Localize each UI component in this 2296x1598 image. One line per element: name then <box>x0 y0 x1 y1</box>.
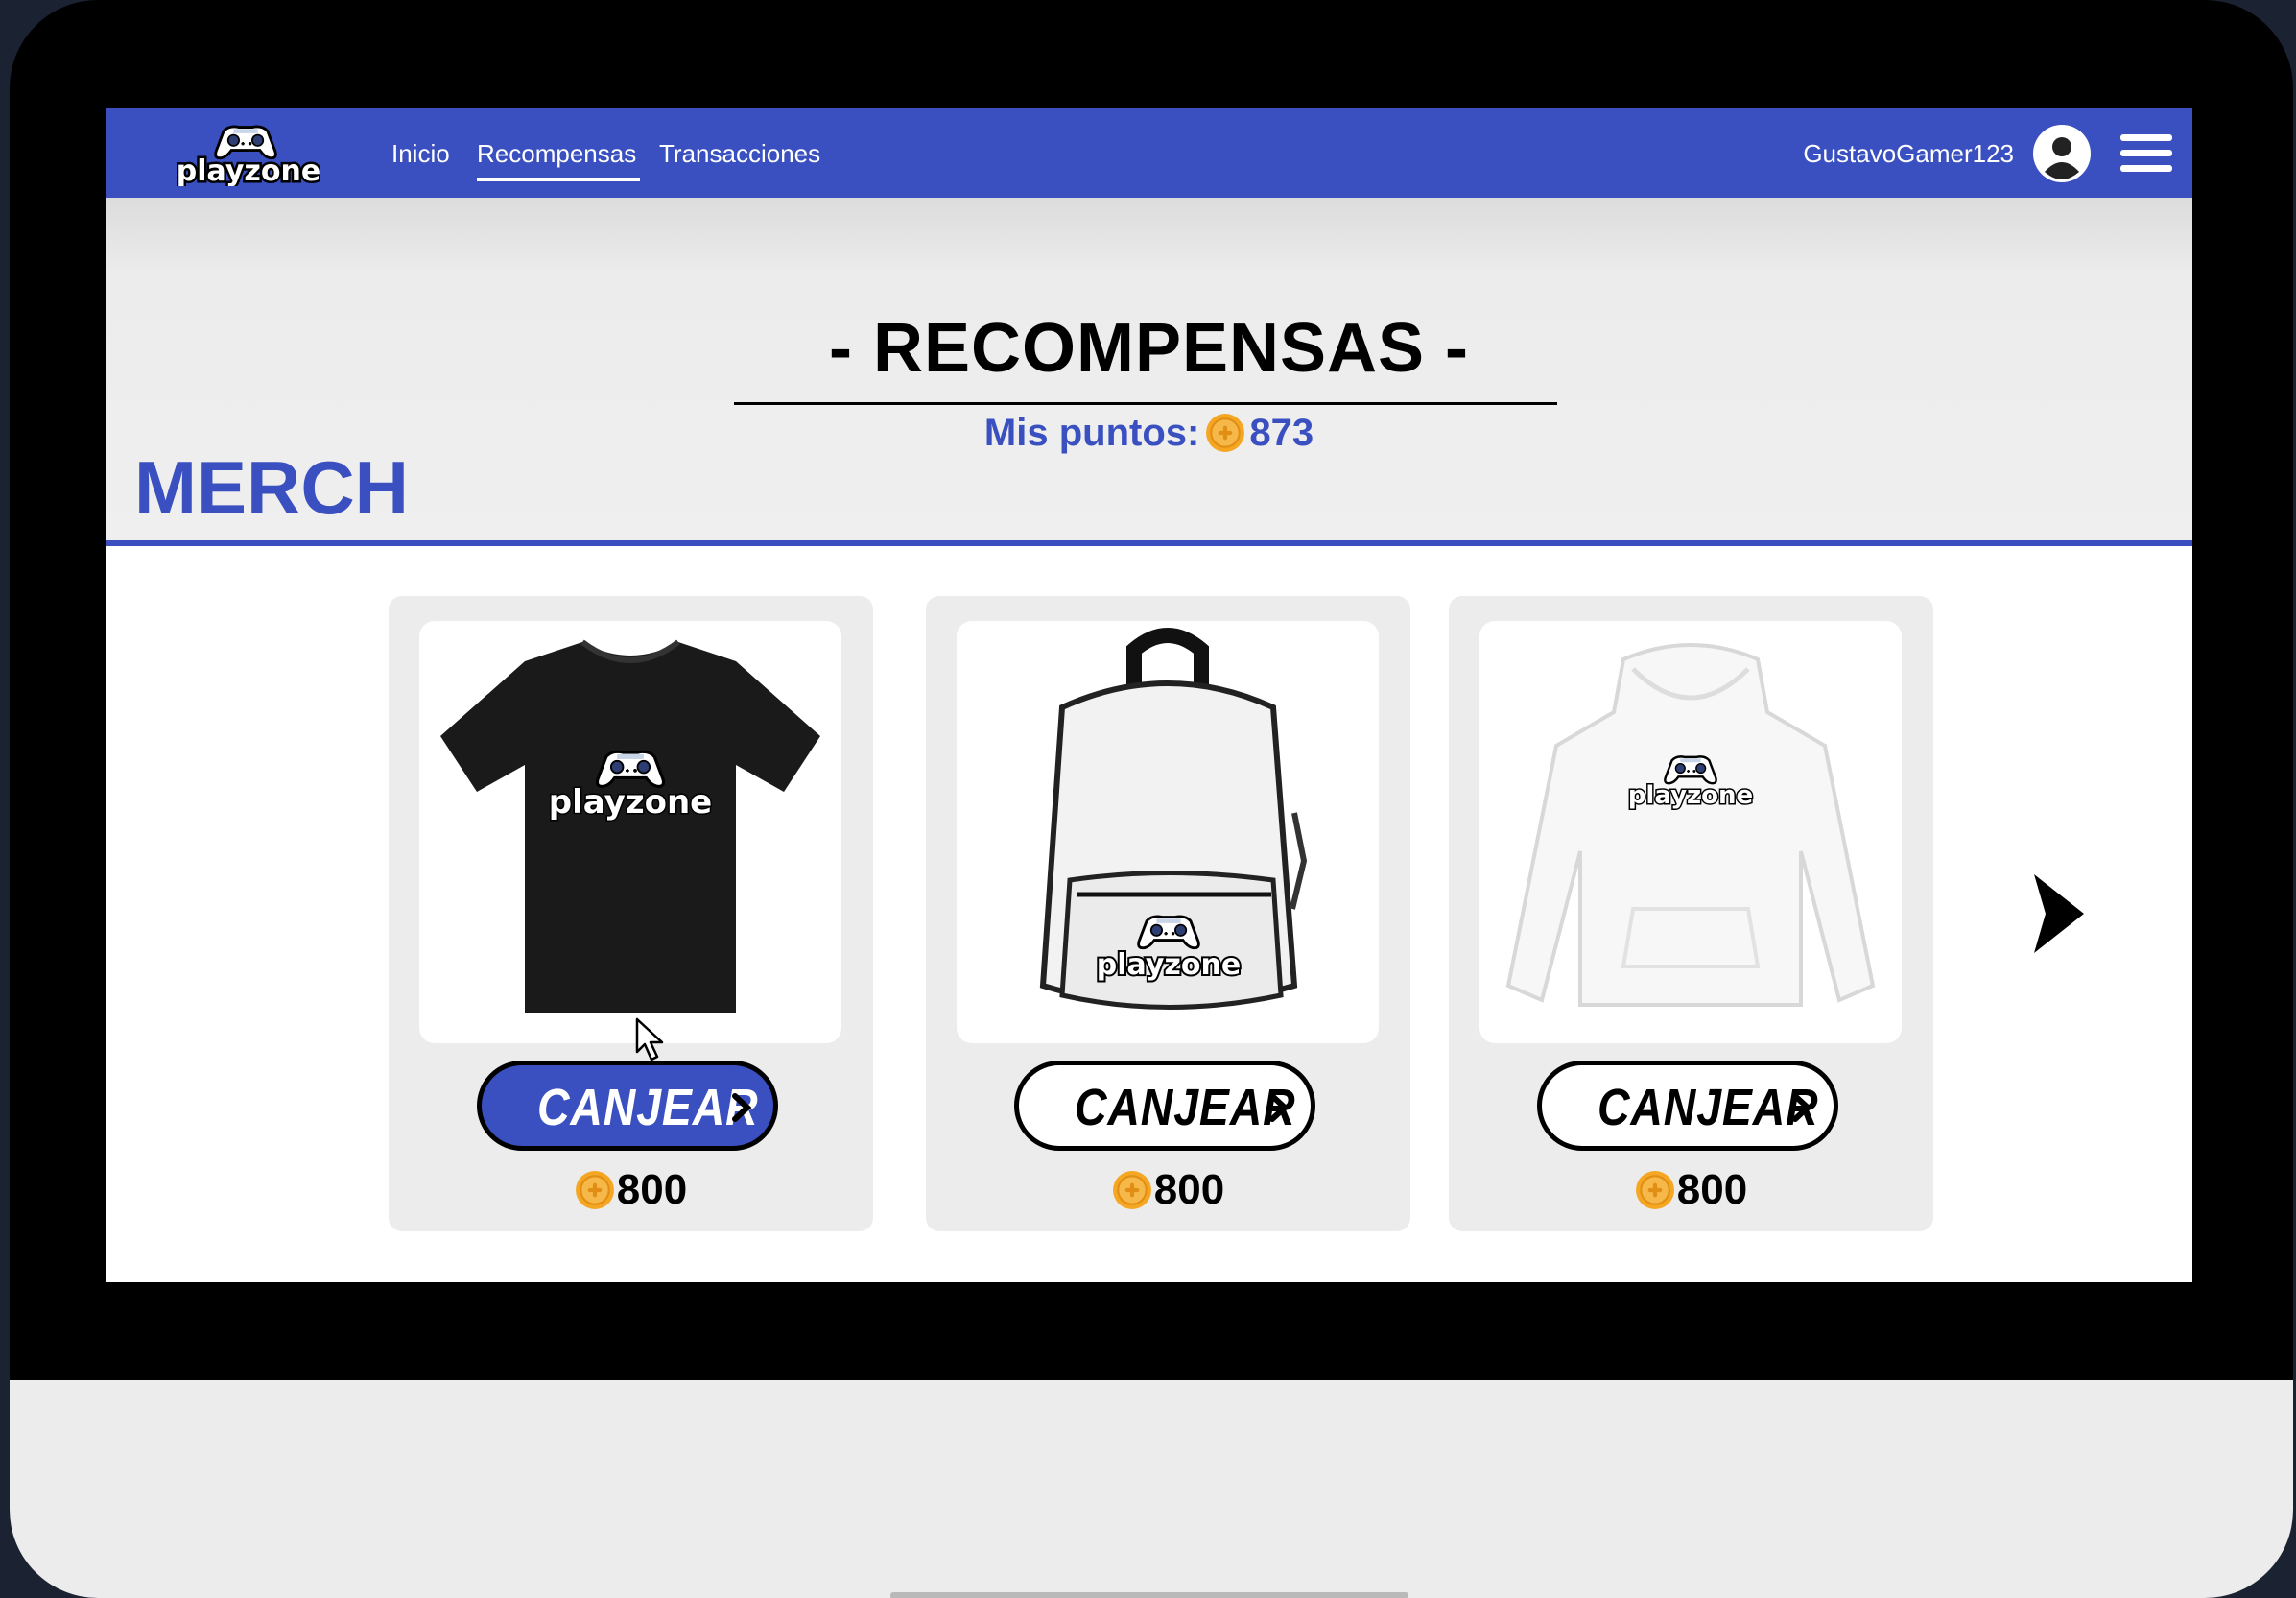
price-value: 800 <box>616 1166 688 1213</box>
price-value: 800 <box>1676 1166 1748 1213</box>
coin-icon <box>1205 413 1245 453</box>
hamburger-menu-icon[interactable] <box>2120 134 2172 173</box>
canjear-label: CANJEAR <box>537 1079 759 1136</box>
price-tshirt: 800 <box>389 1166 873 1214</box>
active-nav-indicator <box>477 178 640 181</box>
title-divider <box>734 402 1557 405</box>
coin-icon <box>1635 1170 1675 1210</box>
coin-icon <box>1112 1170 1152 1210</box>
logo-text: playzone <box>177 155 320 186</box>
product-card-tshirt: playzone CANJEAR 800 <box>389 596 873 1231</box>
price-hoodie: 800 <box>1449 1166 1933 1214</box>
page-title: - RECOMPENSAS - <box>828 310 1470 387</box>
nav-link-transacciones[interactable]: Transacciones <box>659 137 820 170</box>
section-title: MERCH <box>134 445 409 530</box>
navbar: playzone Inicio Recompensas Transaccione… <box>106 108 2192 198</box>
monitor-stand-notch <box>890 1592 1408 1598</box>
nav-link-inicio[interactable]: Inicio <box>391 137 450 170</box>
canjear-button-tshirt[interactable]: CANJEAR <box>477 1061 778 1151</box>
chevron-right-icon <box>1792 1093 1812 1122</box>
product-card-backpack: playzone CANJEAR 800 <box>926 596 1410 1231</box>
svg-text:playzone: playzone <box>1628 781 1753 810</box>
product-card-hoodie: playzone CANJEAR 800 <box>1449 596 1933 1231</box>
product-image-backpack[interactable]: playzone <box>957 621 1379 1043</box>
carousel-next-chevron-icon[interactable] <box>2024 867 2094 961</box>
browser-screen: playzone Inicio Recompensas Transaccione… <box>106 108 2192 1282</box>
mouse-pointer-icon <box>635 1017 668 1063</box>
username-label[interactable]: GustavoGamer123 <box>1803 137 2014 170</box>
product-image-hoodie[interactable]: playzone <box>1479 621 1902 1043</box>
playzone-logo[interactable]: playzone <box>174 121 323 191</box>
coin-icon <box>575 1170 615 1210</box>
monitor-frame: playzone Inicio Recompensas Transaccione… <box>10 0 2293 1598</box>
chevron-right-icon <box>732 1093 752 1122</box>
points-display: Mis puntos: 873 <box>106 409 2192 457</box>
svg-text:playzone: playzone <box>549 783 712 822</box>
user-avatar-icon[interactable] <box>2032 124 2092 183</box>
canjear-button-hoodie[interactable]: CANJEAR <box>1537 1061 1838 1151</box>
section-divider <box>106 540 2192 546</box>
price-backpack: 800 <box>926 1166 1410 1214</box>
price-value: 800 <box>1153 1166 1225 1213</box>
product-image-tshirt[interactable]: playzone <box>419 621 841 1043</box>
svg-text:playzone: playzone <box>1097 948 1241 982</box>
points-label: Mis puntos: <box>983 412 1200 454</box>
canjear-label: CANJEAR <box>1075 1079 1296 1136</box>
monitor-chin <box>10 1380 2293 1598</box>
points-value: 873 <box>1249 412 1314 454</box>
chevron-right-icon <box>1269 1093 1290 1122</box>
canjear-label: CANJEAR <box>1598 1079 1819 1136</box>
nav-link-recompensas[interactable]: Recompensas <box>477 137 636 170</box>
canjear-button-backpack[interactable]: CANJEAR <box>1014 1061 1315 1151</box>
